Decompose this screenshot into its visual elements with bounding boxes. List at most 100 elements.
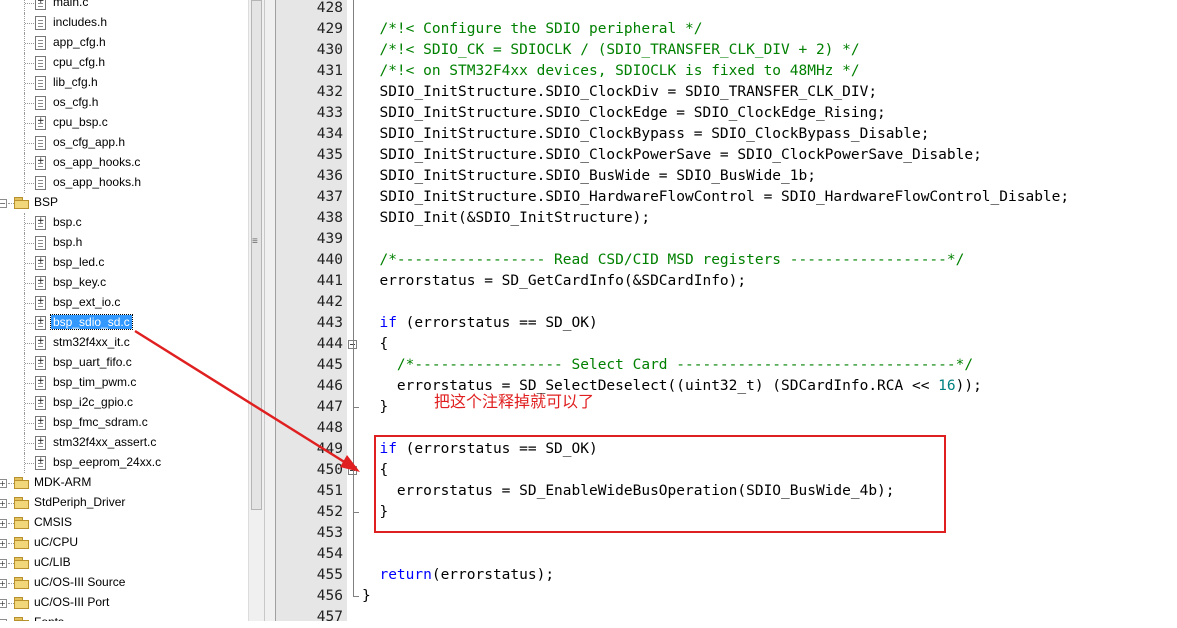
tree-file[interactable]: bsp_i2c_gpio.c bbox=[0, 393, 248, 413]
expand-icon[interactable]: + bbox=[0, 499, 7, 508]
tree-file[interactable]: bsp_fmc_sdram.c bbox=[0, 413, 248, 433]
line-number: 431 bbox=[316, 63, 343, 79]
code-line[interactable]: /*----------------- Read CSD/CID MSD reg… bbox=[362, 250, 964, 271]
code-line[interactable]: /*!< SDIO_CK = SDIOCLK / (SDIO_TRANSFER_… bbox=[362, 40, 859, 61]
tree-file[interactable]: bsp_sdio_sd.c bbox=[0, 313, 248, 333]
code-line[interactable]: if (errorstatus == SD_OK) bbox=[362, 313, 598, 334]
tree-file[interactable]: bsp_eeprom_24xx.c bbox=[0, 453, 248, 473]
tree-file[interactable]: bsp_uart_fifo.c bbox=[0, 353, 248, 373]
expand-icon[interactable]: + bbox=[0, 479, 7, 488]
c-source-file-icon bbox=[35, 456, 46, 470]
tree-scrollbar-thumb[interactable] bbox=[251, 0, 262, 510]
code-line[interactable]: return(errorstatus); bbox=[362, 565, 554, 586]
code-line[interactable]: SDIO_Init(&SDIO_InitStructure); bbox=[362, 208, 650, 229]
tree-connector bbox=[25, 403, 34, 404]
tree-file[interactable]: bsp_ext_io.c bbox=[0, 293, 248, 313]
pane-splitter[interactable] bbox=[264, 0, 276, 621]
code-text: SDIO_InitStructure.SDIO_ClockDiv = SDIO_… bbox=[362, 84, 878, 100]
code-line[interactable]: errorstatus = SD_GetCardInfo(&SDCardInfo… bbox=[362, 271, 746, 292]
code-line[interactable]: SDIO_InitStructure.SDIO_ClockPowerSave =… bbox=[362, 145, 981, 166]
tree-file[interactable]: stm32f4xx_it.c bbox=[0, 333, 248, 353]
tree-item-label: stm32f4xx_assert.c bbox=[53, 435, 157, 449]
tree-item-label-selected: bsp_sdio_sd.c bbox=[50, 314, 133, 330]
tree-folder[interactable]: + uC/CPU bbox=[0, 533, 248, 553]
tree-connector bbox=[25, 163, 34, 164]
tree-folder[interactable]: + uC/OS-III Port bbox=[0, 593, 248, 613]
code-text: SDIO_Init(&SDIO_InitStructure); bbox=[362, 210, 651, 226]
line-number: 447 bbox=[316, 399, 343, 415]
header-file-icon bbox=[35, 76, 46, 90]
tree-file[interactable]: os_app_hooks.c bbox=[0, 153, 248, 173]
line-number: 456 bbox=[316, 588, 343, 604]
expand-icon[interactable]: + bbox=[0, 579, 7, 588]
code-line[interactable]: SDIO_InitStructure.SDIO_ClockEdge = SDIO… bbox=[362, 103, 885, 124]
tree-folder[interactable]: + CMSIS bbox=[0, 513, 248, 533]
tree-folder[interactable]: + uC/OS-III Source bbox=[0, 573, 248, 593]
folder-icon bbox=[14, 577, 30, 589]
code-line[interactable]: SDIO_InitStructure.SDIO_BusWide = SDIO_B… bbox=[362, 166, 816, 187]
tree-folder[interactable]: + StdPeriph_Driver bbox=[0, 493, 248, 513]
tree-item-label: uC/CPU bbox=[34, 535, 79, 549]
tree-connector bbox=[25, 123, 34, 124]
tree-file[interactable]: bsp_key.c bbox=[0, 273, 248, 293]
code-line[interactable]: SDIO_InitStructure.SDIO_ClockBypass = SD… bbox=[362, 124, 929, 145]
line-number: 449 bbox=[316, 441, 343, 457]
code-line[interactable]: { bbox=[362, 334, 388, 355]
tree-connector bbox=[25, 423, 34, 424]
line-number: 440 bbox=[316, 252, 343, 268]
code-line[interactable]: SDIO_InitStructure.SDIO_ClockDiv = SDIO_… bbox=[362, 82, 877, 103]
tree-folder[interactable]: + uC/LIB bbox=[0, 553, 248, 573]
tree-file[interactable]: cpu_cfg.h bbox=[0, 53, 248, 73]
expand-icon[interactable]: + bbox=[0, 599, 7, 608]
tree-file[interactable]: cpu_bsp.c bbox=[0, 113, 248, 133]
folder-icon bbox=[14, 197, 30, 209]
tree-file[interactable]: os_cfg.h bbox=[0, 93, 248, 113]
code-line[interactable]: /*!< Configure the SDIO peripheral */ bbox=[362, 19, 702, 40]
tree-item-label: MDK-ARM bbox=[34, 475, 92, 489]
code-comment: /*!< Configure the SDIO peripheral */ bbox=[362, 21, 703, 37]
code-line[interactable]: /*!< on STM32F4xx devices, SDIOCLK is fi… bbox=[362, 61, 859, 82]
tree-item-label: app_cfg.h bbox=[53, 35, 106, 49]
tree-file[interactable]: includes.h bbox=[0, 13, 248, 33]
tree-file[interactable]: os_app_hooks.h bbox=[0, 173, 248, 193]
tree-folder[interactable]: − BSP bbox=[0, 193, 248, 213]
tree-file[interactable]: os_cfg_app.h bbox=[0, 133, 248, 153]
project-tree[interactable]: main.c includes.h app_cfg.h cpu_cfg.h lib_cf… bbox=[0, 0, 248, 621]
code-text: SDIO_InitStructure.SDIO_ClockBypass = SD… bbox=[362, 126, 930, 142]
expand-icon[interactable]: + bbox=[0, 539, 7, 548]
tree-scrollbar[interactable]: ≡ bbox=[248, 0, 264, 621]
tree-file[interactable]: lib_cfg.h bbox=[0, 73, 248, 93]
code-comment: /*----------------- Select Card --------… bbox=[362, 357, 974, 373]
tree-file[interactable]: app_cfg.h bbox=[0, 33, 248, 53]
annotation-highlight-box bbox=[374, 435, 946, 533]
code-line[interactable]: /*----------------- Select Card --------… bbox=[362, 355, 973, 376]
collapse-icon[interactable]: − bbox=[0, 199, 7, 208]
code-text: } bbox=[362, 588, 371, 604]
code-text: (errorstatus == SD_OK) bbox=[396, 315, 598, 331]
folder-icon-body bbox=[14, 540, 29, 549]
folder-icon-body bbox=[14, 560, 29, 569]
tree-item-label: bsp.c bbox=[53, 215, 82, 229]
tree-file[interactable]: bsp.h bbox=[0, 233, 248, 253]
tree-file[interactable]: bsp_tim_pwm.c bbox=[0, 373, 248, 393]
tree-folder[interactable]: +Fonts bbox=[0, 613, 248, 621]
tree-file[interactable]: bsp_led.c bbox=[0, 253, 248, 273]
tree-folder[interactable]: + MDK-ARM bbox=[0, 473, 248, 493]
tree-file[interactable]: main.c bbox=[0, 0, 248, 13]
tree-connector bbox=[25, 463, 34, 464]
tree-file[interactable]: stm32f4xx_assert.c bbox=[0, 433, 248, 453]
fold-end-marker bbox=[353, 596, 359, 597]
fold-margin[interactable] bbox=[347, 0, 361, 621]
code-line[interactable]: } bbox=[362, 586, 371, 607]
expand-icon[interactable]: + bbox=[0, 519, 7, 528]
folder-icon bbox=[14, 517, 30, 529]
tree-item-label: main.c bbox=[53, 0, 89, 9]
header-file-icon bbox=[35, 176, 46, 190]
tree-item-label: bsp_led.c bbox=[53, 255, 105, 269]
tree-item-label: os_app_hooks.h bbox=[53, 175, 142, 189]
code-line[interactable]: SDIO_InitStructure.SDIO_HardwareFlowCont… bbox=[362, 187, 1069, 208]
code-line[interactable]: } bbox=[362, 397, 388, 418]
expand-icon[interactable]: + bbox=[0, 559, 7, 568]
tree-file[interactable]: bsp.c bbox=[0, 213, 248, 233]
code-comment: /*----------------- Read CSD/CID MSD reg… bbox=[362, 252, 965, 268]
